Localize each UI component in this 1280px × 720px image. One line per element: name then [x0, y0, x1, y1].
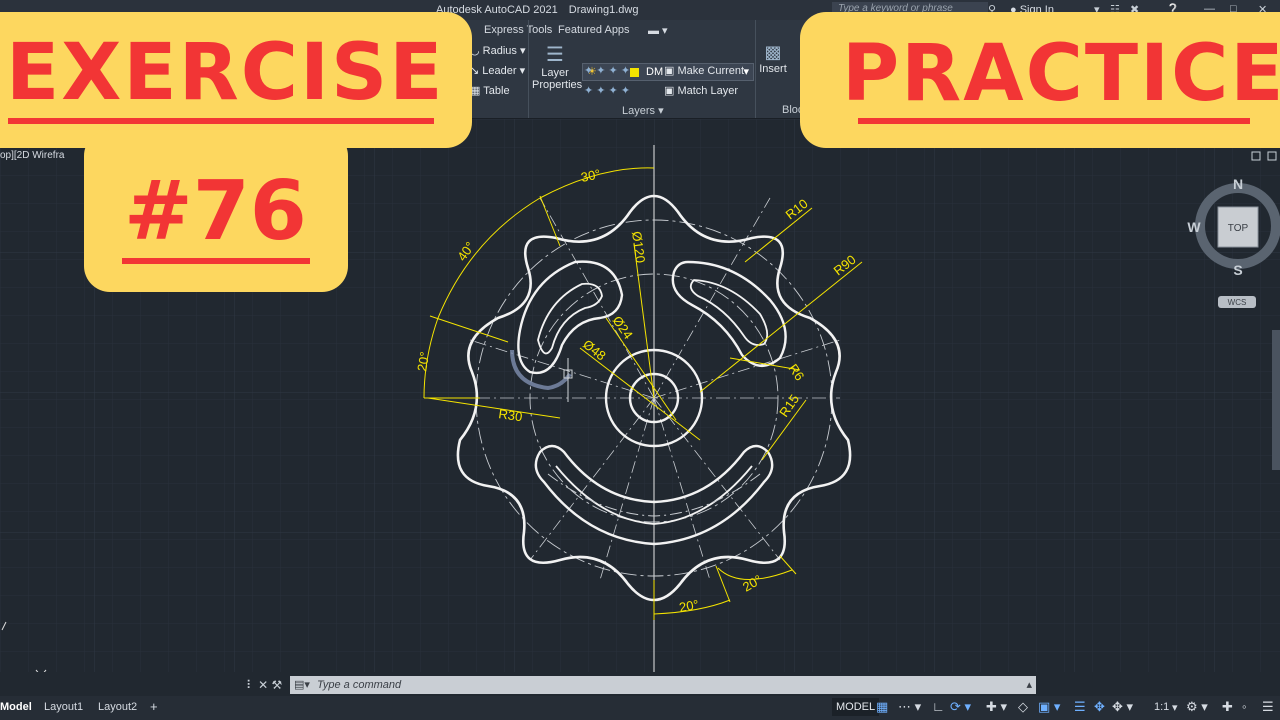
add-layout-icon[interactable]: +	[150, 699, 158, 714]
compass-west[interactable]: W	[1187, 219, 1201, 235]
layer-properties-label: Layer Properties	[532, 67, 583, 91]
isodraft-icon[interactable]: ◇	[1018, 699, 1028, 715]
navigation-bar[interactable]	[1272, 330, 1280, 470]
viewcube-top-label: TOP	[1228, 223, 1249, 234]
panel-divider	[528, 20, 529, 118]
layers-panel-title[interactable]: Layers ▾	[622, 104, 664, 117]
ribbon-toggle-icon[interactable]: ▬ ▾	[648, 24, 668, 37]
exercise-number: #76	[124, 164, 307, 259]
compass-south[interactable]: S	[1233, 262, 1242, 278]
radius-label: Radius	[482, 45, 517, 57]
osnap-icon[interactable]: ▣ ▾	[1038, 699, 1060, 715]
make-current-button[interactable]: ▣ Make Current	[664, 64, 744, 77]
workspace-gear-icon[interactable]: ⚙ ▾	[1186, 699, 1208, 715]
match-layer-label: Match Layer	[677, 85, 738, 97]
file-name: Drawing1.dwg	[568, 4, 639, 16]
exercise-underline	[8, 118, 434, 124]
match-layer-button[interactable]: ▣ Match Layer	[664, 84, 738, 97]
command-tools[interactable]: ⠇ ✕ ⚒	[246, 676, 288, 694]
close-icon[interactable]: ✕	[258, 678, 268, 692]
lineweight-icon[interactable]: ☰	[1074, 699, 1086, 715]
wcs-label: WCS	[1228, 298, 1247, 307]
panel-divider	[755, 20, 756, 118]
model-space-button[interactable]: MODEL	[832, 698, 880, 716]
isolate-objects-icon[interactable]: ◦	[1242, 699, 1247, 714]
current-layer-label: DM	[646, 66, 664, 78]
layer-tools-row-2[interactable]: ✦ ✦ ✦ ✦	[584, 84, 630, 97]
grid-icon[interactable]: ▦	[876, 699, 888, 715]
customization-menu-icon[interactable]: ☰	[1262, 699, 1274, 715]
layer-properties-button[interactable]: ☰ Layer Properties	[532, 42, 583, 91]
tab-layout1[interactable]: Layout1	[44, 701, 83, 713]
command-history-icon[interactable]: ▴	[1026, 676, 1032, 694]
insert-icon: ▩	[764, 42, 782, 62]
table-button[interactable]: ▦ Table	[470, 84, 510, 97]
insert-button[interactable]: ▩ Insert	[758, 42, 788, 75]
match-layer-icon: ▣	[664, 85, 675, 97]
make-current-label: Make Current	[677, 65, 745, 77]
customize-icon[interactable]: ⚒	[272, 678, 283, 692]
practice-underline	[858, 118, 1250, 124]
layer-tools-row-1[interactable]: ✦ ✦ ✦ ✦	[584, 64, 630, 77]
snap-icon[interactable]: ⋯ ▾	[898, 699, 921, 715]
osnap-tracking-icon[interactable]: ✚ ▾	[986, 699, 1007, 715]
table-label: Table	[483, 85, 510, 97]
layer-color-swatch	[629, 67, 639, 77]
annotation-scale[interactable]: 1:1	[1154, 701, 1169, 713]
polar-icon[interactable]: ⟳ ▾	[950, 699, 971, 715]
compass-north[interactable]: N	[1233, 176, 1243, 192]
command-placeholder: Type a command	[316, 679, 402, 691]
ortho-icon[interactable]: ∟	[932, 699, 945, 714]
scale-dropdown-icon[interactable]: ▾	[1172, 701, 1178, 714]
annotation-visibility-icon[interactable]: ✥	[1094, 699, 1105, 715]
leader-button[interactable]: ↘ Leader ▾	[470, 64, 525, 77]
practice-title: PRACTICE	[842, 29, 1280, 119]
number-underline	[122, 258, 310, 264]
annotation-autoscale-icon[interactable]: ✥ ▾	[1112, 699, 1133, 715]
insert-label: Insert	[759, 63, 787, 75]
chevron-down-icon: ▾	[743, 66, 749, 78]
leader-label: Leader	[482, 65, 517, 77]
tab-layout2[interactable]: Layout2	[98, 701, 137, 713]
command-prompt-icon: ▤▾	[294, 679, 310, 691]
tab-featured-apps[interactable]: Featured Apps	[558, 24, 630, 36]
annotation-monitor-icon[interactable]: ✚	[1222, 699, 1233, 715]
layer-stack-icon: ☰	[546, 44, 564, 66]
grip-icon: ⠇	[246, 678, 255, 692]
viewport-label[interactable]: op][2D Wirefra	[0, 150, 65, 161]
layers-panel-label: Layers	[622, 105, 656, 117]
exercise-title: EXERCISE	[6, 28, 445, 118]
tab-express-tools[interactable]: Express Tools	[484, 24, 552, 36]
command-input[interactable]: ▤▾ Type a command ▴	[290, 676, 1036, 694]
app-title: Autodesk AutoCAD 2021 Drawing1.dwg	[436, 4, 638, 16]
make-current-icon: ▣	[664, 65, 675, 77]
tab-model[interactable]: Model	[0, 701, 32, 713]
radius-button[interactable]: ◡ Radius ▾	[470, 44, 526, 57]
status-bar: Model Layout1 Layout2 + MODEL ▦ ⋯ ▾ ∟ ⟳ …	[0, 696, 1280, 720]
